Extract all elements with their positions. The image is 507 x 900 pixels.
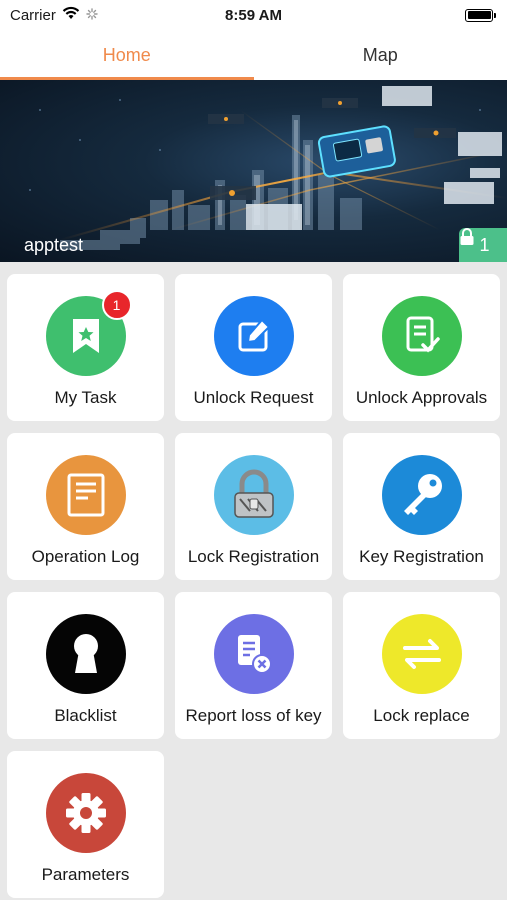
battery-icon <box>465 8 496 22</box>
gear-icon <box>45 773 126 853</box>
menu-blacklist[interactable]: Blacklist <box>7 592 164 739</box>
tab-home[interactable]: Home <box>0 30 254 80</box>
menu-label: Key Registration <box>359 547 484 566</box>
menu-label: Lock replace <box>373 706 470 725</box>
menu-label: Unlock Approvals <box>355 388 488 407</box>
keyhole-icon <box>45 614 126 694</box>
lock-count: 1 <box>479 234 490 255</box>
menu-unlock-approvals[interactable]: Unlock Approvals <box>343 274 500 421</box>
menu-label: My Task <box>54 388 117 407</box>
menu-label: Operation Log <box>31 547 140 566</box>
menu-operation-log[interactable]: Operation Log <box>7 433 164 580</box>
log-document-icon <box>45 455 126 535</box>
wifi-icon <box>62 6 80 24</box>
loading-spinner-icon <box>86 7 98 24</box>
menu-lock-replace[interactable]: Lock replace <box>343 592 500 739</box>
lock-count-badge[interactable]: 1 <box>459 228 507 262</box>
menu-lock-registration[interactable]: Lock Registration <box>175 433 332 580</box>
notification-badge: 1 <box>101 290 132 320</box>
report-loss-icon <box>213 614 294 694</box>
tab-map[interactable]: Map <box>254 30 507 80</box>
menu-label: Blacklist <box>54 706 117 725</box>
menu-grid: 1 My Task Unlock Request Unlock Approval… <box>7 274 501 898</box>
menu-unlock-request[interactable]: Unlock Request <box>175 274 332 421</box>
menu-parameters[interactable]: Parameters <box>7 751 164 898</box>
task-flag-icon: 1 <box>45 290 132 376</box>
menu-report-loss[interactable]: Report loss of key <box>175 592 332 739</box>
approval-document-icon <box>381 296 462 376</box>
menu-key-registration[interactable]: Key Registration <box>343 433 500 580</box>
edit-request-icon <box>213 296 294 376</box>
banner-label: apptest <box>24 235 84 255</box>
menu-label: Unlock Request <box>193 388 314 407</box>
banner-image[interactable]: apptest 1 <box>0 80 507 262</box>
menu-label: Parameters <box>41 865 130 884</box>
status-bar: Carrier 8:59 AM <box>0 0 507 30</box>
menu-my-task[interactable]: 1 My Task <box>7 274 164 421</box>
swap-arrows-icon <box>381 614 462 694</box>
key-icon <box>381 455 462 535</box>
menu-label: Report loss of key <box>185 706 322 725</box>
padlock-icon <box>213 455 294 535</box>
menu-label: Lock Registration <box>187 547 320 566</box>
carrier-label: Carrier <box>10 6 56 24</box>
tab-bar: Home Map <box>0 30 507 80</box>
